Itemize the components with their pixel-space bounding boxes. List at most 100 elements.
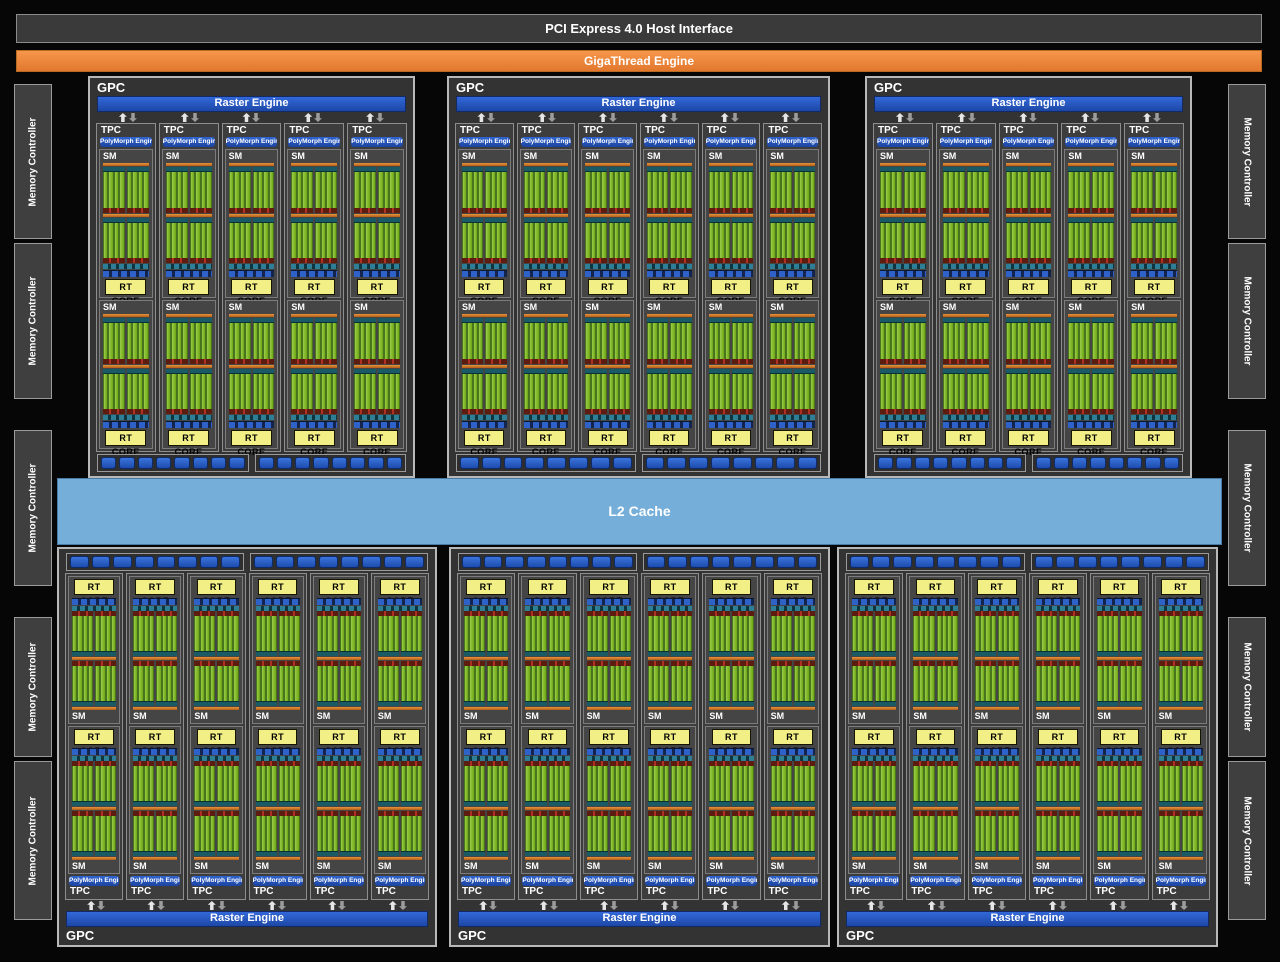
core-column [953, 766, 957, 801]
core-column [904, 172, 909, 208]
register-file-strip [913, 701, 935, 706]
register-file-strip [997, 801, 1019, 806]
scheduler-bar [1035, 807, 1081, 810]
core-column [261, 666, 266, 701]
arrow-down-icon [399, 901, 407, 910]
core-array-row [72, 761, 117, 806]
sm-label: SM [255, 711, 270, 721]
core-column [498, 816, 503, 851]
core-column [223, 766, 227, 801]
cuda-core-block [997, 616, 1019, 651]
register-file-strip [133, 701, 155, 706]
rop-segment [368, 457, 384, 469]
core-group [189, 217, 212, 263]
core-column [853, 616, 857, 651]
core-column [290, 666, 294, 701]
register-file-strip [709, 651, 731, 656]
core-column [542, 816, 546, 851]
core-group [875, 811, 897, 856]
scheduler-bar [291, 163, 338, 166]
core-column [133, 373, 137, 409]
scheduler-bar [354, 163, 400, 166]
tpc-block: TPCPolyMorph EngineSMRT CORESMRT CORE [1028, 573, 1088, 900]
core-column [524, 222, 529, 258]
core-group [670, 167, 692, 213]
arrow-down-icon [938, 901, 946, 910]
core-column [488, 816, 492, 851]
rop-segment [174, 457, 190, 469]
core-column [150, 666, 154, 701]
core-column [355, 172, 359, 208]
memory-controller-right-5: Memory Controller [1228, 761, 1266, 920]
core-column [986, 666, 990, 701]
rop-segment [1108, 457, 1125, 469]
core-column [502, 323, 506, 359]
sfu-strip [1068, 258, 1091, 263]
register-file-strip [464, 851, 486, 856]
core-column [1060, 816, 1064, 851]
texture-unit-strip [1158, 748, 1203, 755]
scheduler-bar [770, 314, 816, 317]
cuda-core-block [377, 816, 399, 851]
core-group [1005, 217, 1028, 263]
core-group [189, 167, 212, 213]
core-column [620, 172, 624, 208]
core-column [776, 323, 781, 359]
core-group [339, 611, 361, 656]
core-column [672, 666, 676, 701]
sm-block: SMRT CORE [519, 300, 573, 457]
cuda-core-block [647, 816, 670, 851]
core-column [715, 666, 719, 701]
polymorph-engine-bar: PolyMorph Engine [705, 137, 757, 147]
core-column [1069, 172, 1073, 208]
core-column [1148, 323, 1153, 359]
cuda-core-block [525, 816, 547, 851]
core-column [366, 373, 370, 409]
core-column [771, 766, 775, 801]
core-group [966, 217, 989, 263]
sm-block: SMRT CORE [848, 576, 901, 724]
scheduler-bar [647, 807, 693, 810]
core-column [488, 616, 492, 651]
cuda-core-block [903, 323, 926, 359]
core-column [921, 373, 925, 409]
core-column [597, 172, 601, 208]
arrow-up-icon [957, 113, 966, 122]
core-column [720, 766, 725, 801]
texture-unit-strip [194, 748, 239, 755]
core-column [664, 222, 668, 258]
register-file-strip [770, 651, 792, 656]
core-column [401, 666, 406, 701]
core-array-row [770, 167, 816, 213]
rop-segment [258, 457, 274, 469]
sm-block: SMRT CORE [161, 300, 216, 457]
rop-segment [987, 457, 1004, 469]
cuda-core-block [485, 373, 507, 409]
cuda-core-block [1005, 323, 1028, 359]
core-array-row [709, 661, 754, 706]
register-file-strip [278, 651, 300, 656]
sm-label: SM [852, 711, 866, 721]
register-file-strip [525, 701, 547, 706]
core-column [891, 222, 896, 258]
cuda-core-block [316, 666, 338, 701]
sfu-strip [1029, 358, 1052, 364]
cuda-core-block [1035, 666, 1058, 701]
core-column [1167, 222, 1171, 258]
arrow-pair [247, 900, 307, 911]
cuda-core-block [72, 616, 94, 651]
core-group [255, 661, 277, 706]
sm-label: SM [133, 711, 147, 721]
core-group [793, 368, 816, 414]
core-column [738, 373, 742, 409]
core-group [72, 811, 94, 856]
cuda-core-block [880, 222, 902, 258]
core-column [858, 666, 862, 701]
scheduler-bar [585, 163, 631, 166]
cuda-core-block [770, 323, 792, 359]
core-column [316, 172, 320, 208]
core-array-row [647, 167, 692, 213]
core-column [1193, 666, 1197, 701]
core-column [676, 172, 681, 208]
core-column [919, 666, 923, 701]
